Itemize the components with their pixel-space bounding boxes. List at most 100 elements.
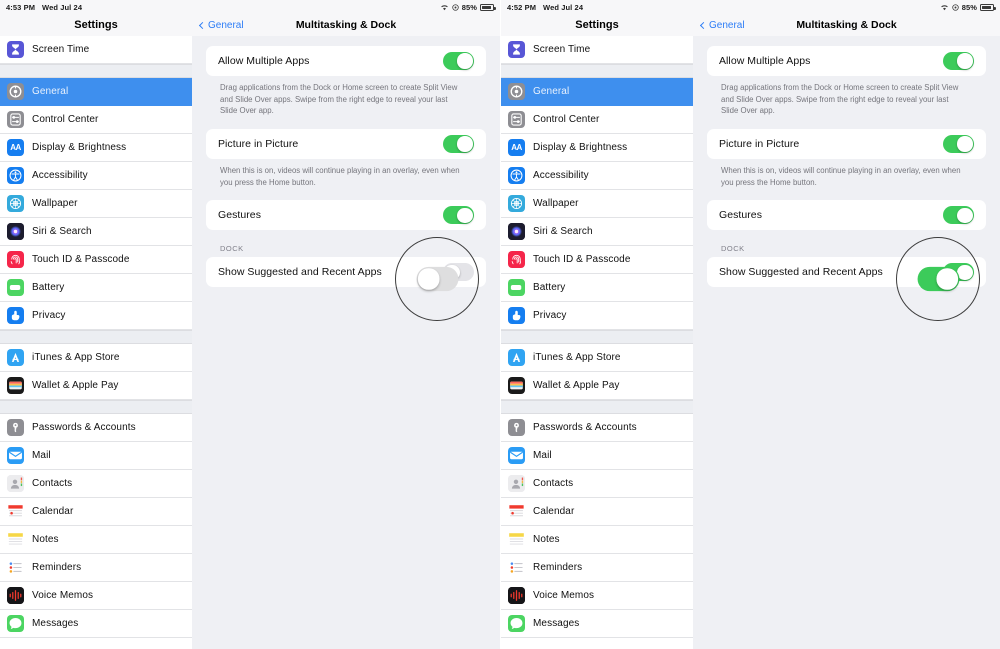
sidebar-item-screen-time[interactable]: Screen Time: [501, 36, 693, 64]
accessibility-icon: [7, 167, 24, 184]
calendar-icon: [7, 503, 24, 520]
sidebar-item-control-center[interactable]: Control Center: [501, 106, 693, 134]
sidebar-item-label: iTunes & App Store: [32, 352, 120, 363]
sidebar-item-battery[interactable]: Battery: [501, 274, 693, 302]
sidebar-item-reminders[interactable]: Reminders: [501, 554, 693, 582]
setting-card: Picture in Picture: [206, 129, 486, 160]
setting-description: Drag applications from the Dock or Home …: [721, 83, 959, 116]
sidebar-item-display-brightness[interactable]: AA Display & Brightness: [0, 134, 192, 162]
sidebar-item-touch-id-passcode[interactable]: Touch ID & Passcode: [501, 246, 693, 274]
sidebar-group-separator: [501, 330, 693, 344]
sidebar-item-control-center[interactable]: Control Center: [0, 106, 192, 134]
setting-label: Picture in Picture: [218, 138, 299, 151]
show-suggested-recent-apps-toggle[interactable]: [443, 263, 474, 282]
status-bar: 4:53 PM Wed Jul 24 85%: [0, 0, 500, 14]
setting-card: Show Suggested and Recent Apps: [707, 257, 986, 288]
contacts-icon: [508, 475, 525, 492]
mail-icon: [508, 447, 525, 464]
detail-pane: General Multitasking & Dock Allow Multiple…: [693, 14, 1000, 649]
sidebar-item-contacts[interactable]: Contacts: [501, 470, 693, 498]
setting-row-picture-in-picture[interactable]: Picture in Picture: [707, 129, 986, 159]
sidebar-item-itunes-app-store[interactable]: iTunes & App Store: [0, 344, 192, 372]
toggle-knob: [957, 53, 973, 69]
sidebar-item-voice-memos[interactable]: Voice Memos: [501, 582, 693, 610]
settings-sidebar: Settings Screen Time General Control Center…: [0, 14, 192, 649]
touch-id-icon: [7, 251, 24, 268]
sidebar-item-wallet-apple-pay[interactable]: Wallet & Apple Pay: [501, 372, 693, 400]
sidebar-group-separator: [0, 64, 192, 78]
sidebar-item-mail[interactable]: Mail: [0, 442, 192, 470]
settings-content: Allow Multiple Apps Drag applications fro…: [693, 36, 1000, 288]
location-icon: [952, 3, 959, 11]
allow-multiple-apps-toggle[interactable]: [443, 52, 474, 70]
sidebar-item-accessibility[interactable]: Accessibility: [501, 162, 693, 190]
setting-label: Allow Multiple Apps: [218, 55, 310, 67]
sidebar-item-touch-id-passcode[interactable]: Touch ID & Passcode: [0, 246, 192, 274]
setting-row-gestures[interactable]: Gestures: [707, 200, 986, 230]
sidebar-item-calendar[interactable]: Calendar: [501, 498, 693, 526]
sidebar-item-messages[interactable]: Messages: [0, 610, 192, 638]
gestures-toggle[interactable]: [943, 206, 974, 225]
setting-label: Show Suggested and Recent Apps: [218, 266, 382, 279]
sidebar-item-label: Notes: [32, 534, 59, 545]
sidebar-item-contacts[interactable]: Contacts: [0, 470, 192, 498]
sidebar-item-wallet-apple-pay[interactable]: Wallet & Apple Pay: [0, 372, 192, 400]
setting-row-allow-multiple-apps[interactable]: Allow Multiple Apps: [206, 46, 486, 76]
setting-row-show-suggested-and-recent-apps[interactable]: Show Suggested and Recent Apps: [206, 257, 486, 287]
comparison-screenshot: 4:53 PM Wed Jul 24 85% Settings Screen Time G…: [0, 0, 1000, 649]
sidebar-item-privacy[interactable]: Privacy: [501, 302, 693, 330]
screentime-icon: [7, 41, 24, 58]
voice-memos-icon: [508, 587, 525, 604]
back-button-label: General: [709, 19, 745, 31]
messages-icon: [508, 615, 525, 632]
sidebar-item-wallpaper[interactable]: Wallpaper: [501, 190, 693, 218]
picture-in-picture-toggle[interactable]: [943, 135, 974, 154]
picture-in-picture-toggle[interactable]: [443, 135, 474, 154]
sidebar-item-battery[interactable]: Battery: [0, 274, 192, 302]
setting-row-allow-multiple-apps[interactable]: Allow Multiple Apps: [707, 46, 986, 76]
sidebar-item-label: Wallet & Apple Pay: [32, 380, 119, 391]
sidebar-item-mail[interactable]: Mail: [501, 442, 693, 470]
sidebar-item-messages[interactable]: Messages: [501, 610, 693, 638]
sidebar-item-label: Privacy: [533, 310, 567, 321]
sidebar-item-display-brightness[interactable]: AA Display & Brightness: [501, 134, 693, 162]
sidebar-item-itunes-app-store[interactable]: iTunes & App Store: [501, 344, 693, 372]
setting-card: Gestures: [707, 200, 986, 231]
sidebar-item-label: Mail: [533, 450, 552, 461]
setting-label: Picture in Picture: [719, 138, 800, 151]
messages-icon: [7, 615, 24, 632]
sidebar-item-label: General: [533, 86, 570, 97]
gestures-toggle[interactable]: [443, 206, 474, 225]
sidebar-item-general[interactable]: General: [0, 78, 192, 106]
sidebar-title: Settings: [501, 14, 693, 36]
notes-icon: [7, 531, 24, 548]
sidebar-item-passwords-accounts[interactable]: Passwords & Accounts: [501, 414, 693, 442]
setting-row-picture-in-picture[interactable]: Picture in Picture: [206, 129, 486, 159]
sidebar-item-voice-memos[interactable]: Voice Memos: [0, 582, 192, 610]
sidebar-item-calendar[interactable]: Calendar: [0, 498, 192, 526]
sidebar-item-label: Screen Time: [32, 44, 90, 55]
setting-label: Allow Multiple Apps: [719, 55, 811, 67]
sidebar-item-notes[interactable]: Notes: [501, 526, 693, 554]
sidebar-item-wallpaper[interactable]: Wallpaper: [0, 190, 192, 218]
mail-icon: [7, 447, 24, 464]
sidebar-item-accessibility[interactable]: Accessibility: [0, 162, 192, 190]
sidebar-item-siri-search[interactable]: Siri & Search: [0, 218, 192, 246]
status-date: Wed Jul 24: [42, 2, 83, 12]
back-button[interactable]: General: [198, 20, 244, 31]
toggle-knob: [957, 207, 973, 224]
sidebar-item-siri-search[interactable]: Siri & Search: [501, 218, 693, 246]
sidebar-item-label: Wallpaper: [533, 198, 579, 209]
setting-row-show-suggested-and-recent-apps[interactable]: Show Suggested and Recent Apps: [707, 257, 986, 287]
allow-multiple-apps-toggle[interactable]: [943, 52, 974, 70]
show-suggested-recent-apps-toggle[interactable]: [943, 263, 974, 282]
setting-row-gestures[interactable]: Gestures: [206, 200, 486, 230]
sidebar-item-reminders[interactable]: Reminders: [0, 554, 192, 582]
sidebar-item-notes[interactable]: Notes: [0, 526, 192, 554]
reminders-icon: [508, 559, 525, 576]
sidebar-item-screen-time[interactable]: Screen Time: [0, 36, 192, 64]
back-button[interactable]: General: [699, 19, 745, 31]
sidebar-item-general[interactable]: General: [501, 78, 693, 106]
sidebar-item-passwords-accounts[interactable]: Passwords & Accounts: [0, 414, 192, 442]
sidebar-item-privacy[interactable]: Privacy: [0, 302, 192, 330]
